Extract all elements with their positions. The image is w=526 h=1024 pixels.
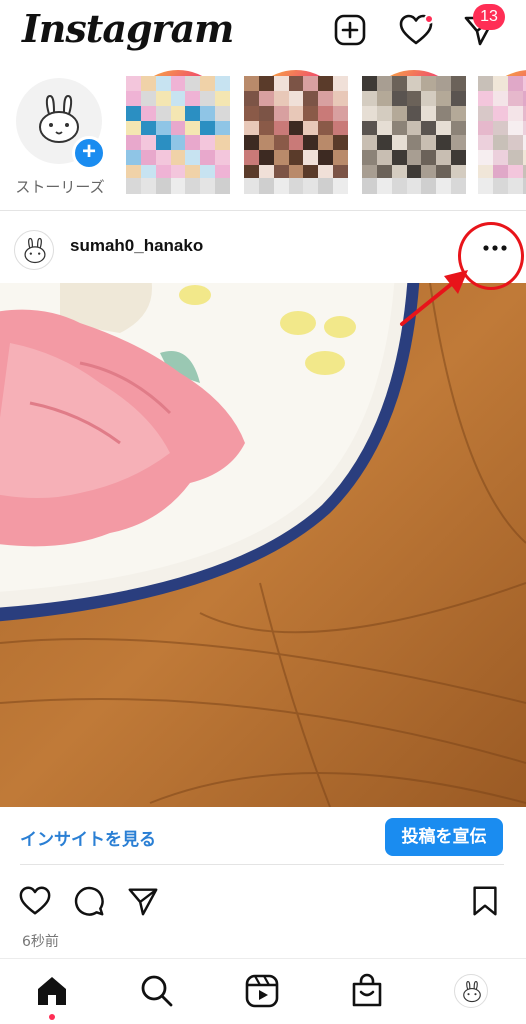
stories-divider bbox=[0, 210, 526, 211]
home-icon[interactable] bbox=[34, 973, 70, 1009]
story-avatar[interactable] bbox=[362, 76, 466, 180]
like-icon[interactable] bbox=[18, 884, 52, 918]
bottom-nav bbox=[0, 958, 526, 1024]
stories-tray[interactable]: + ストーリーズ bbox=[0, 66, 526, 206]
story-username-blurred bbox=[478, 178, 526, 194]
dm-count-badge: 13 bbox=[473, 4, 505, 30]
rabbit-icon bbox=[39, 94, 79, 143]
notification-dot bbox=[424, 14, 434, 24]
post-username[interactable]: sumah0_hanako bbox=[70, 236, 203, 256]
post-actions bbox=[0, 876, 526, 926]
search-icon[interactable] bbox=[139, 973, 175, 1009]
shop-icon[interactable] bbox=[349, 973, 385, 1009]
home-active-dot bbox=[49, 1014, 55, 1020]
story-username-blurred bbox=[126, 178, 230, 194]
story-username-blurred bbox=[244, 178, 348, 194]
own-story-label: ストーリーズ bbox=[15, 178, 105, 196]
top-bar: Instagram 13 bbox=[0, 0, 526, 60]
instagram-logo[interactable]: Instagram bbox=[22, 6, 234, 51]
insight-row: インサイトを見る 投稿を宣伝 bbox=[0, 808, 526, 864]
add-post-icon[interactable] bbox=[332, 12, 368, 48]
profile-avatar[interactable] bbox=[454, 974, 488, 1008]
promote-post-button[interactable]: 投稿を宣伝 bbox=[385, 818, 503, 856]
post-avatar[interactable] bbox=[14, 230, 54, 270]
story-avatar[interactable] bbox=[126, 76, 230, 180]
share-icon[interactable] bbox=[126, 884, 160, 918]
post-photo[interactable] bbox=[0, 283, 526, 807]
comment-icon[interactable] bbox=[72, 884, 106, 918]
annotation-arrow bbox=[400, 270, 468, 326]
view-insights-link[interactable]: インサイトを見る bbox=[20, 825, 156, 850]
story-avatar[interactable] bbox=[244, 76, 348, 180]
save-icon[interactable] bbox=[468, 884, 502, 918]
post-timestamp: 6秒前 bbox=[22, 934, 59, 950]
insight-divider bbox=[20, 864, 504, 865]
story-username-blurred bbox=[362, 178, 466, 194]
add-story-button[interactable]: + bbox=[72, 136, 106, 170]
reels-icon[interactable] bbox=[244, 973, 280, 1009]
story-avatar[interactable] bbox=[478, 76, 526, 180]
